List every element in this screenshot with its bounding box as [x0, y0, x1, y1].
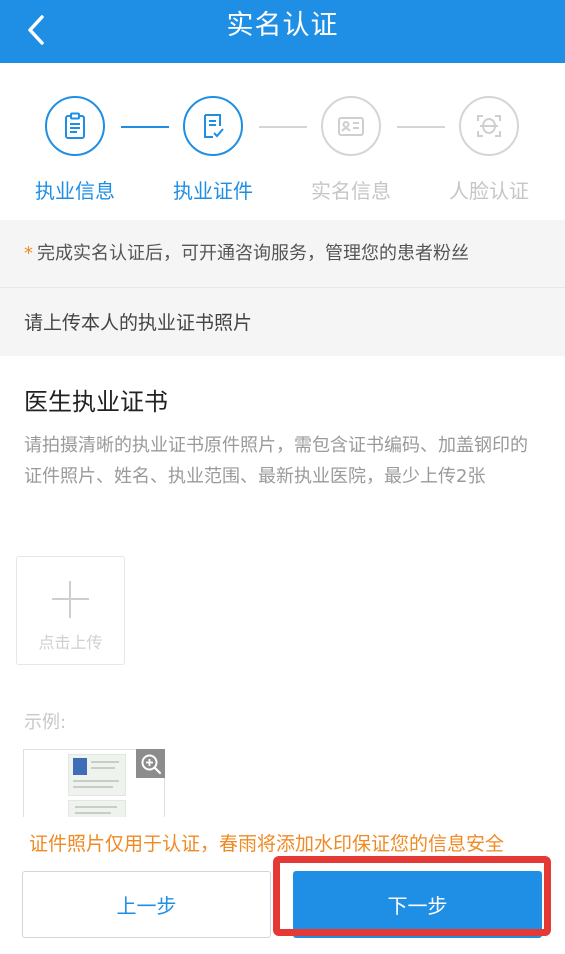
step-4-label: 人脸认证 [449, 179, 529, 203]
next-step-button[interactable]: 下一步 [293, 871, 542, 938]
notice-text: 完成实名认证后，可开通咨询服务，管理您的患者粉丝 [37, 243, 469, 264]
page-title: 实名认证 [226, 10, 339, 41]
certificate-sample-page [68, 754, 126, 796]
step-3-label: 实名信息 [311, 179, 391, 203]
required-star: * [24, 243, 33, 264]
certificate-sample-page [68, 800, 126, 817]
step-3-circle [321, 96, 381, 156]
step-4-circle [459, 96, 519, 156]
example-label: 示例: [24, 712, 67, 733]
step-1-label: 执业信息 [35, 179, 115, 203]
text-line [91, 767, 115, 769]
step-connector [397, 126, 445, 128]
certificate-description: 请拍摄清晰的执业证书原件照片，需包含证书编码、加盖钢印的证件照片、姓名、执业范围… [24, 435, 528, 487]
zoom-in-icon [141, 754, 161, 774]
upload-button[interactable]: 点击上传 [16, 556, 125, 665]
previous-step-button[interactable]: 上一步 [22, 871, 271, 938]
step-2-label: 执业证件 [173, 179, 253, 203]
step-connector [121, 126, 169, 128]
upload-label: 点击上传 [38, 633, 103, 652]
document-check-icon [204, 114, 224, 138]
text-line [73, 780, 119, 782]
certificate-title: 医生执业证书 [24, 388, 168, 416]
text-line [75, 812, 111, 814]
face-scan-icon [477, 115, 501, 137]
step-1-circle [45, 96, 105, 156]
text-line [91, 761, 119, 763]
section-heading: 请上传本人的执业证书照片 [0, 288, 565, 356]
step-2-circle [183, 96, 243, 156]
text-line [75, 806, 117, 808]
portrait-photo [73, 758, 87, 775]
progress-steps: 执业信息 执业证件 实名信息 人脸认证 [0, 63, 565, 220]
zoom-button[interactable] [136, 749, 165, 778]
header-bar: 实名认证 [0, 0, 565, 63]
notice-banner: * 完成实名认证后，可开通咨询服务，管理您的患者粉丝 [0, 220, 565, 287]
security-warning: 证件照片仅用于认证，春雨将添加水印保证您的信息安全 [29, 833, 505, 855]
clipboard-icon [65, 112, 85, 139]
plus-icon [69, 581, 71, 618]
id-card-icon [338, 117, 364, 136]
step-connector [259, 126, 307, 128]
text-line [73, 786, 113, 788]
